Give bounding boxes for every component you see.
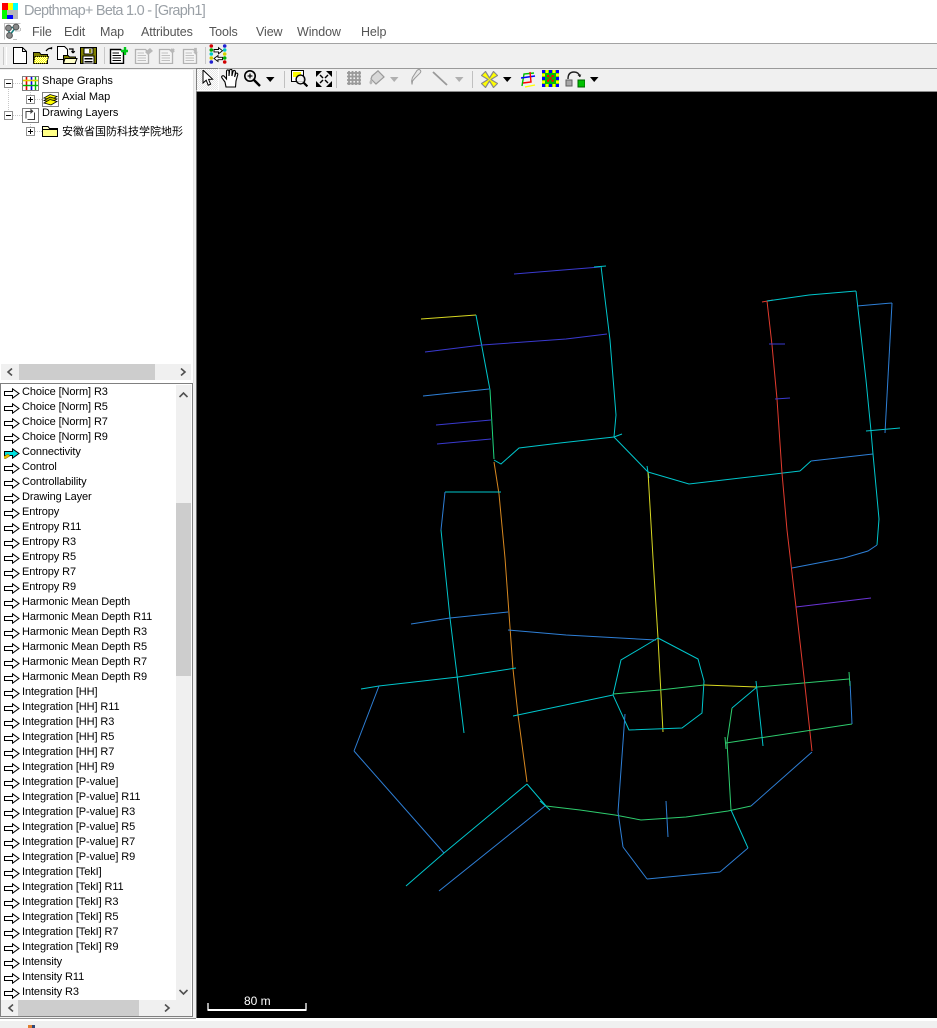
svg-text:80 m: 80 m xyxy=(244,994,271,1008)
